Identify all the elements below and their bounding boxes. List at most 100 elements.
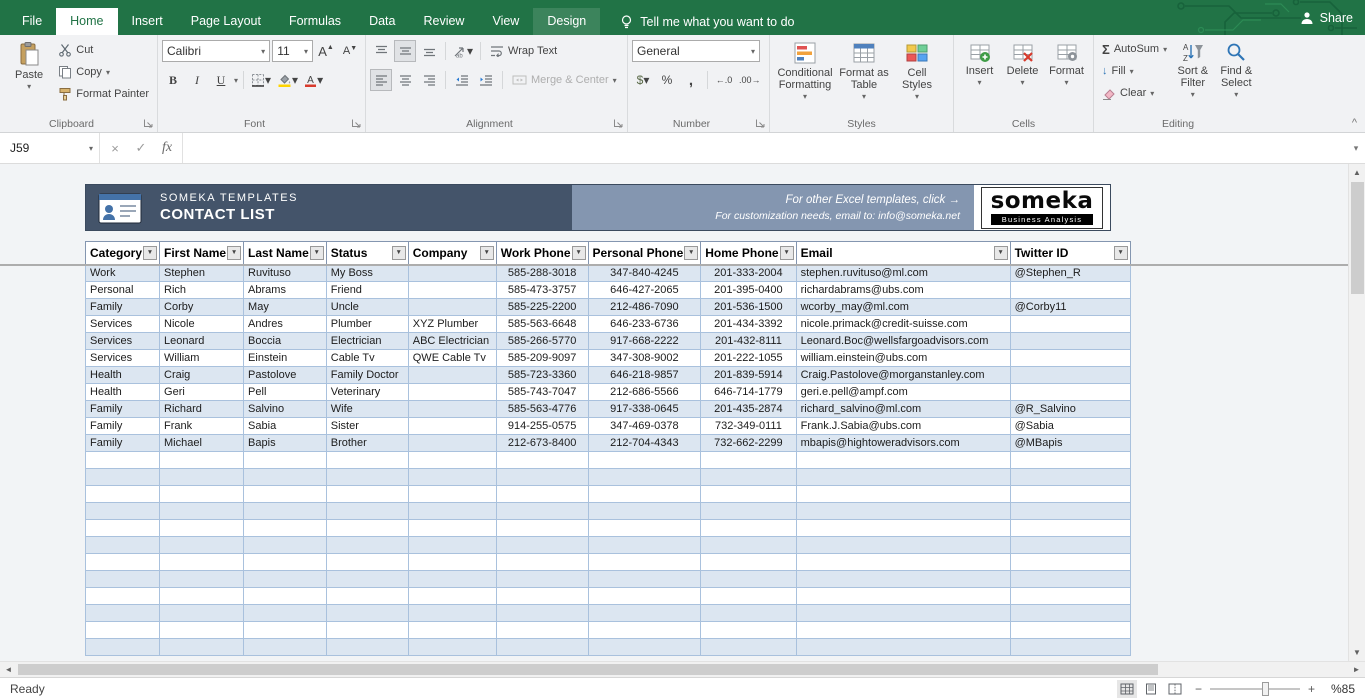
cell[interactable]: Frank <box>159 417 245 435</box>
increase-indent-button[interactable] <box>475 69 497 91</box>
cell[interactable]: 585-209-9097 <box>495 349 589 367</box>
filter-button[interactable]: ▼ <box>684 246 699 260</box>
cell[interactable]: Personal <box>84 281 161 299</box>
cell[interactable] <box>407 587 497 605</box>
bold-button[interactable]: B <box>162 69 184 91</box>
cell[interactable]: Friend <box>325 281 409 299</box>
insert-function-icon[interactable]: fx <box>154 140 180 156</box>
cell[interactable]: @R_Salvino <box>1009 400 1131 418</box>
cell[interactable] <box>325 604 409 622</box>
cell[interactable]: Corby <box>159 298 245 316</box>
cell[interactable] <box>795 485 1011 503</box>
grow-font-button[interactable]: A ▲ <box>315 40 337 62</box>
cell[interactable] <box>407 383 497 401</box>
cell[interactable] <box>243 519 327 537</box>
tab-formulas[interactable]: Formulas <box>275 8 355 35</box>
cell[interactable] <box>84 519 161 537</box>
decrease-decimal-button[interactable]: .00 → <box>737 69 763 91</box>
find-select-button[interactable]: Find & Select ▾ <box>1215 38 1258 99</box>
cell[interactable]: Geri <box>159 383 245 401</box>
cell[interactable] <box>407 281 497 299</box>
cell[interactable] <box>325 468 409 486</box>
cell[interactable] <box>407 485 497 503</box>
cell[interactable] <box>1009 332 1131 350</box>
scroll-left-icon[interactable]: ◄ <box>0 662 17 677</box>
scroll-up-icon[interactable]: ▲ <box>1349 164 1365 181</box>
font-size-select[interactable]: 11 ▾ <box>272 40 313 62</box>
cell[interactable] <box>587 519 702 537</box>
tab-review[interactable]: Review <box>409 8 478 35</box>
cell[interactable]: Plumber <box>325 315 409 333</box>
cell[interactable]: william.einstein@ubs.com <box>795 349 1011 367</box>
cell[interactable] <box>795 553 1011 571</box>
cell[interactable] <box>700 570 797 588</box>
cell[interactable] <box>495 621 589 639</box>
cell[interactable]: 585-225-2200 <box>495 298 589 316</box>
cell[interactable] <box>1009 638 1131 656</box>
underline-button[interactable]: U <box>210 69 232 91</box>
tab-page-layout[interactable]: Page Layout <box>177 8 275 35</box>
cell[interactable] <box>587 604 702 622</box>
cell[interactable] <box>159 604 245 622</box>
cell[interactable] <box>325 570 409 588</box>
cell[interactable]: 585-266-5770 <box>495 332 589 350</box>
cell[interactable] <box>1009 604 1131 622</box>
cell[interactable] <box>325 502 409 520</box>
conditional-formatting-button[interactable]: Conditional Formatting ▾ <box>774 38 836 101</box>
cell[interactable]: Rich <box>159 281 245 299</box>
delete-cells-button[interactable]: Delete ▾ <box>1001 38 1044 87</box>
cell[interactable]: 732-662-2299 <box>700 434 797 452</box>
cell[interactable] <box>587 468 702 486</box>
cell[interactable] <box>84 604 161 622</box>
cell[interactable] <box>325 485 409 503</box>
cell[interactable] <box>700 621 797 639</box>
cell[interactable]: 201-222-1055 <box>700 349 797 367</box>
cell[interactable] <box>1009 502 1131 520</box>
cell[interactable] <box>159 638 245 656</box>
align-right-button[interactable] <box>418 69 440 91</box>
cell[interactable] <box>587 536 702 554</box>
percent-style-button[interactable]: % <box>656 69 678 91</box>
cell[interactable]: Health <box>84 383 161 401</box>
cell[interactable]: Frank.J.Sabia@ubs.com <box>795 417 1011 435</box>
cell[interactable]: stephen.ruvituso@ml.com <box>795 264 1011 282</box>
tell-me-box[interactable]: Tell me what you want to do <box>620 8 795 35</box>
cell[interactable]: Boccia <box>243 332 327 350</box>
cell[interactable] <box>325 638 409 656</box>
cell[interactable]: Family <box>84 400 161 418</box>
cell[interactable] <box>407 434 497 452</box>
cell[interactable]: Sister <box>325 417 409 435</box>
zoom-level[interactable]: %85 <box>1325 682 1355 696</box>
cell[interactable]: 201-333-2004 <box>700 264 797 282</box>
cell[interactable]: Abrams <box>243 281 327 299</box>
cell[interactable]: Pastolove <box>243 366 327 384</box>
cell[interactable]: 585-288-3018 <box>495 264 589 282</box>
align-left-button[interactable] <box>370 69 392 91</box>
paste-button[interactable]: Paste ▾ <box>4 38 54 91</box>
cell[interactable]: 585-743-7047 <box>495 383 589 401</box>
cell[interactable]: Bapis <box>243 434 327 452</box>
cell[interactable]: May <box>243 298 327 316</box>
cell[interactable]: Sabia <box>243 417 327 435</box>
cell[interactable] <box>159 502 245 520</box>
zoom-in-icon[interactable]: + <box>1308 682 1315 696</box>
increase-decimal-button[interactable]: ← .0 <box>713 69 735 91</box>
cell[interactable]: Work <box>84 264 161 282</box>
cell[interactable] <box>243 570 327 588</box>
cell[interactable] <box>700 468 797 486</box>
tab-view[interactable]: View <box>478 8 533 35</box>
middle-align-button[interactable] <box>394 40 416 62</box>
page-break-preview-button[interactable] <box>1165 680 1185 698</box>
cell[interactable] <box>243 451 327 469</box>
cell[interactable]: 201-434-3392 <box>700 315 797 333</box>
cell[interactable] <box>1009 349 1131 367</box>
cell[interactable] <box>795 621 1011 639</box>
cell[interactable]: ABC Electrician <box>407 332 497 350</box>
tab-file[interactable]: File <box>8 8 56 35</box>
cell[interactable]: 585-563-6648 <box>495 315 589 333</box>
cell[interactable] <box>159 553 245 571</box>
format-as-table-button[interactable]: Format as Table ▾ <box>836 38 892 101</box>
horizontal-scrollbar[interactable]: ◄ ► <box>0 661 1365 677</box>
cell[interactable]: 585-723-3360 <box>495 366 589 384</box>
cell[interactable] <box>243 468 327 486</box>
